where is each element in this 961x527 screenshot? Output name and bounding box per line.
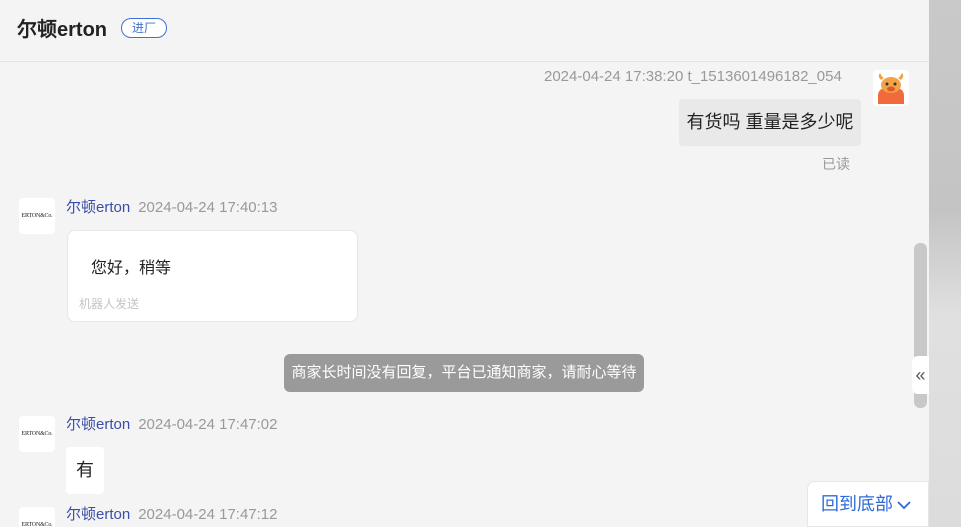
shop-avatar[interactable]: ERTON&Co.	[19, 198, 55, 234]
enter-shop-badge[interactable]: 进厂	[121, 18, 168, 38]
sender-name: 尔顿erton	[66, 506, 131, 523]
shop-message-meta: 尔顿erton 2024-04-24 17:40:13	[66, 198, 278, 218]
sender-name: 尔顿erton	[66, 199, 131, 216]
side-panel	[929, 0, 961, 527]
chat-header: 尔顿erton 进厂	[0, 0, 929, 62]
shop-avatar[interactable]: ERTON&Co.	[19, 416, 55, 452]
system-notice: 商家长时间没有回复，平台已通知商家，请耐心等待	[284, 354, 644, 392]
shop-message-bubble[interactable]: 有	[66, 447, 104, 494]
sender-name: 尔顿erton	[66, 416, 131, 433]
message-list[interactable]: 2024-04-24 17:38:20 t_1513601496182_054 …	[0, 62, 929, 527]
back-to-bottom-label: 回到底部	[821, 494, 893, 514]
shop-message-meta: 尔顿erton 2024-04-24 17:47:02	[66, 415, 278, 435]
user-avatar	[873, 70, 909, 106]
message-time: 2024-04-24 17:47:12	[138, 506, 278, 523]
shop-message-meta: 尔顿erton 2024-04-24 17:47:12	[66, 505, 278, 525]
message-time: 2024-04-24 17:47:02	[138, 416, 278, 433]
my-message-bubble[interactable]: 有货吗 重量是多少呢	[679, 99, 861, 146]
double-chevron-left-icon[interactable]: «	[912, 356, 929, 394]
message-time: 2024-04-24 17:40:13	[138, 199, 278, 216]
my-message-meta: 2024-04-24 17:38:20 t_1513601496182_054	[544, 68, 842, 85]
shop-message-card[interactable]: 您好，稍等 机器人发送	[67, 230, 358, 322]
chevron-down-icon	[897, 482, 911, 526]
card-text: 您好，稍等	[91, 260, 172, 277]
back-to-bottom-button[interactable]: 回到底部	[807, 481, 929, 527]
shop-name-title: 尔顿erton	[17, 19, 107, 41]
shop-avatar[interactable]: ERTON&Co.	[19, 507, 55, 527]
cow-mascot-icon	[873, 70, 909, 106]
robot-sent-note: 机器人发送	[79, 297, 140, 311]
read-status: 已读	[822, 156, 850, 172]
